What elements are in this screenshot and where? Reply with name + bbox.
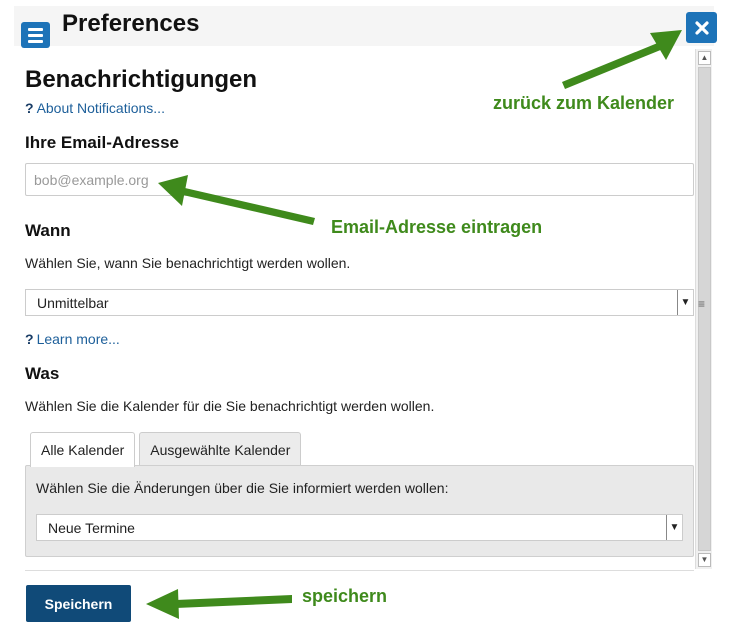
hamburger-menu-icon[interactable] — [21, 22, 50, 48]
annotation-back-to-calendar: zurück zum Kalender — [493, 93, 675, 113]
help-question-icon: ? — [25, 331, 34, 347]
footer-divider — [25, 570, 694, 571]
resize-handle-icon[interactable]: ≡ — [698, 297, 705, 311]
changes-select-value: Neue Termine — [48, 519, 135, 536]
annotation-arrow-save — [146, 589, 292, 619]
tab-panel: Wählen Sie die Änderungen über die Sie i… — [25, 465, 694, 557]
scroll-down-arrow-icon[interactable]: ▼ — [698, 553, 711, 567]
email-field[interactable] — [25, 163, 694, 196]
email-label: Ihre Email-Adresse — [25, 133, 180, 152]
page-title: Preferences — [62, 10, 200, 37]
learn-more-label: Learn more... — [36, 331, 120, 347]
when-description: Wählen Sie, wann Sie benachrichtigt werd… — [25, 255, 351, 271]
changes-description: Wählen Sie die Änderungen über die Sie i… — [36, 480, 449, 496]
calendar-tabs: Alle Kalender Ausgewählte Kalender — [30, 432, 302, 467]
about-notifications-link[interactable]: ? About Notifications... — [25, 100, 165, 116]
tab-all-calendars[interactable]: Alle Kalender — [30, 432, 136, 467]
changes-select[interactable]: Neue Termine ▼ — [36, 514, 683, 541]
when-select[interactable]: Unmittelbar ▼ — [25, 289, 694, 316]
chevron-down-icon: ▼ — [666, 515, 682, 540]
annotation-enter-email: Email-Adresse eintragen — [331, 217, 543, 237]
chevron-down-icon: ▼ — [677, 290, 693, 315]
help-question-icon: ? — [25, 100, 34, 116]
what-label: Was — [25, 364, 60, 383]
what-description: Wählen Sie die Kalender für die Sie bena… — [25, 398, 435, 414]
tab-selected-calendars[interactable]: Ausgewählte Kalender — [139, 432, 302, 466]
save-button[interactable]: Speichern — [26, 585, 131, 622]
learn-more-link[interactable]: ? Learn more... — [25, 331, 120, 347]
when-select-value: Unmittelbar — [37, 294, 109, 311]
about-notifications-label: About Notifications... — [36, 100, 165, 116]
section-heading: Benachrichtigungen — [25, 66, 258, 93]
close-button[interactable] — [686, 12, 717, 43]
annotation-save: speichern — [302, 586, 388, 606]
close-x-icon — [694, 20, 709, 35]
scroll-up-arrow-icon[interactable]: ▲ — [698, 51, 711, 65]
when-label: Wann — [25, 221, 71, 240]
